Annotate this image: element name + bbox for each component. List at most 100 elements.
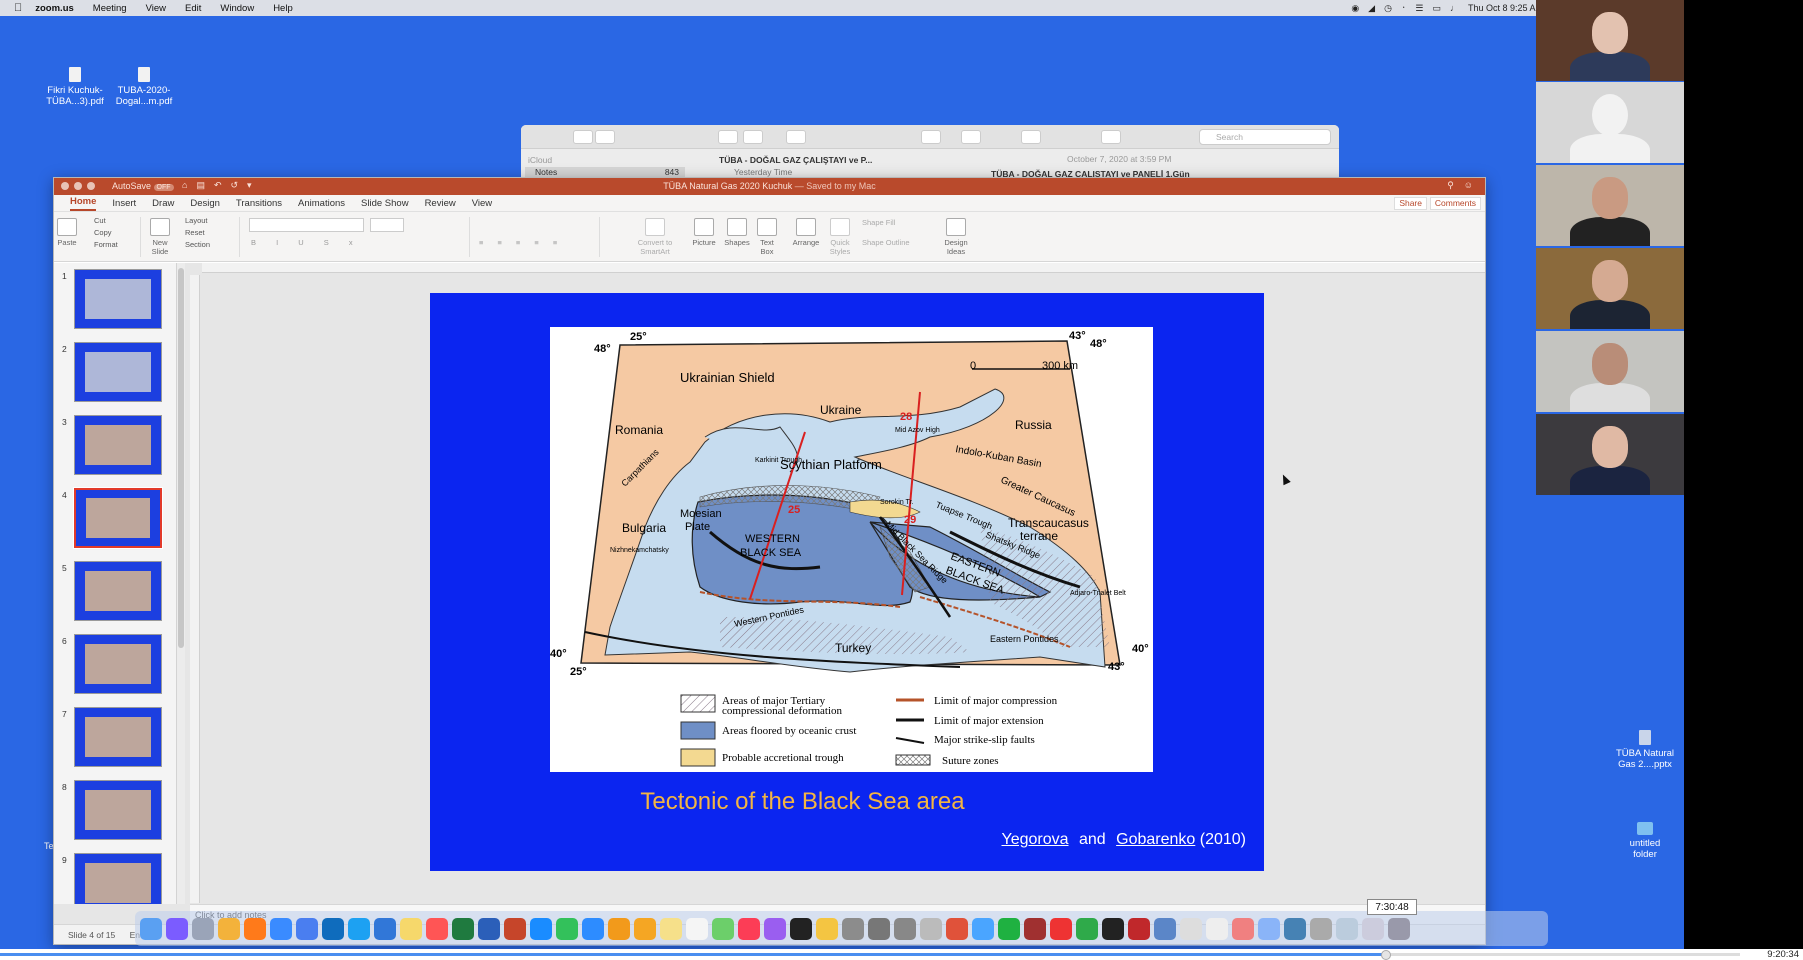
news-icon[interactable] [1050, 917, 1072, 940]
comments-button[interactable]: Comments [1429, 197, 1481, 210]
shape-outline-button[interactable]: Shape Outline [862, 238, 910, 247]
preferences-icon[interactable] [920, 917, 942, 940]
share-button[interactable]: Share [1394, 197, 1427, 210]
desktop-folder-untitled[interactable]: untitled folder [1605, 822, 1685, 860]
participant-video-4[interactable] [1536, 248, 1684, 329]
menu-edit[interactable]: Edit [185, 3, 201, 14]
menu-help[interactable]: Help [273, 3, 293, 14]
participant-video-5[interactable] [1536, 331, 1684, 412]
reset-button[interactable]: Reset [185, 228, 205, 237]
slide-thumbnail[interactable] [74, 415, 162, 475]
finder-icon[interactable] [140, 917, 162, 940]
participant-video-2[interactable] [1536, 82, 1684, 163]
format-icon[interactable] [1021, 130, 1041, 144]
numbers-icon[interactable] [1076, 917, 1098, 940]
tab-review[interactable]: Review [425, 198, 456, 211]
design-ideas-button[interactable]: Design Ideas [940, 215, 972, 256]
mail2-icon[interactable] [1284, 917, 1306, 940]
tab-animations[interactable]: Animations [298, 198, 345, 211]
photos2-icon[interactable] [1232, 917, 1254, 940]
playback-handle[interactable] [1381, 950, 1391, 960]
word-icon[interactable] [478, 917, 500, 940]
time-machine-icon[interactable]: ◷ [1384, 3, 1392, 14]
share-icon[interactable] [1101, 130, 1121, 144]
music-icon[interactable] [738, 917, 760, 940]
notes2-icon[interactable] [660, 917, 682, 940]
participant-video-6[interactable] [1536, 414, 1684, 495]
tab-home[interactable]: Home [70, 196, 97, 211]
maps-icon[interactable] [712, 917, 734, 940]
dictionary-icon[interactable] [1024, 917, 1046, 940]
slide-thumbnail[interactable] [74, 780, 162, 840]
spotlight-icon[interactable] [218, 917, 240, 940]
font-name-field[interactable] [249, 218, 364, 232]
podcasts-icon[interactable] [764, 917, 786, 940]
delete-icon[interactable] [743, 130, 763, 144]
tab-view[interactable]: View [472, 198, 492, 211]
cut-button[interactable]: Cut [94, 216, 106, 225]
menu-meeting[interactable]: Meeting [93, 3, 127, 14]
sidebar-icon[interactable] [718, 130, 738, 144]
trash-area-icon[interactable] [1206, 917, 1228, 940]
notes-search[interactable]: Search [1199, 129, 1331, 145]
volume-icon[interactable]: ♩ [1450, 3, 1459, 13]
layout-button[interactable]: Layout [185, 216, 208, 225]
calendar-icon[interactable] [426, 917, 448, 940]
quick-styles-button[interactable]: Quick Styles [826, 215, 854, 256]
slide-thumbnail[interactable] [74, 853, 162, 904]
font-size-field[interactable] [370, 218, 404, 232]
notes-icon[interactable] [400, 917, 422, 940]
tab-draw[interactable]: Draw [152, 198, 174, 211]
new-slide-button[interactable]: New Slide [147, 215, 173, 256]
zoom-status-icon[interactable]: ◉ [1351, 3, 1359, 14]
reminders-icon[interactable] [686, 917, 708, 940]
apple-icon[interactable]:  [14, 2, 22, 14]
apple-tv-icon[interactable] [790, 917, 812, 940]
paste-button[interactable]: Paste [56, 215, 78, 247]
slide-thumbnail[interactable] [74, 634, 162, 694]
mail-icon[interactable] [296, 917, 318, 940]
notes-folder[interactable]: Notes 843 [525, 167, 685, 177]
font-format-buttons[interactable]: B I U S x [251, 238, 362, 247]
outlook-icon[interactable] [322, 917, 344, 940]
desktop-file-fikri[interactable]: Fikri Kuchuk- TÜBA...3).pdf [35, 67, 115, 107]
stocks-icon[interactable] [1102, 917, 1124, 940]
zoom-icon[interactable] [582, 917, 604, 940]
screen-icon[interactable] [1310, 917, 1332, 940]
menu-clock[interactable]: Thu Oct 8 9:25 AM [1468, 3, 1543, 13]
arrange-button[interactable]: Arrange [790, 215, 822, 247]
skype-icon[interactable] [348, 917, 370, 940]
transporter-icon[interactable] [1154, 917, 1176, 940]
dropbox-icon[interactable]: ◢ [1368, 3, 1375, 14]
pages-icon[interactable] [634, 917, 656, 940]
participant-video-1[interactable] [1536, 0, 1684, 81]
checklist-icon[interactable] [921, 130, 941, 144]
preview-icon[interactable] [946, 917, 968, 940]
compose-icon[interactable] [786, 130, 806, 144]
table-icon[interactable] [961, 130, 981, 144]
tex-icon[interactable] [868, 917, 890, 940]
photos-icon[interactable] [816, 917, 838, 940]
thumbnail-scrollbar[interactable] [177, 263, 185, 904]
paragraph-buttons[interactable]: ≡ ≡ ≡ ≡ ≡ [479, 238, 563, 247]
safari-icon[interactable] [270, 917, 292, 940]
tab-design[interactable]: Design [190, 198, 220, 211]
shapes-button[interactable]: Shapes [722, 215, 752, 247]
smartart-button[interactable]: Convert to SmartArt [636, 215, 674, 256]
tab-slide-show[interactable]: Slide Show [361, 198, 409, 211]
powerpoint-icon[interactable] [504, 917, 526, 940]
credit-author-2[interactable]: Gobarenko [1116, 831, 1195, 848]
text-box-button[interactable]: Text Box [754, 215, 780, 256]
slide-thumbnail[interactable] [74, 561, 162, 621]
picture-button[interactable]: Picture [690, 215, 718, 247]
search-icon[interactable]: ⚲ [1447, 180, 1454, 191]
excel-icon[interactable] [452, 917, 474, 940]
wifi-icon[interactable]: ☰ [1415, 3, 1423, 14]
tab-transitions[interactable]: Transitions [236, 198, 282, 211]
books-icon[interactable] [608, 917, 630, 940]
finder2-icon[interactable] [1336, 917, 1358, 940]
slide-thumbnail[interactable] [74, 269, 162, 329]
menu-view[interactable]: View [146, 3, 166, 14]
system-preferences-icon[interactable] [842, 917, 864, 940]
facetime-icon[interactable] [556, 917, 578, 940]
